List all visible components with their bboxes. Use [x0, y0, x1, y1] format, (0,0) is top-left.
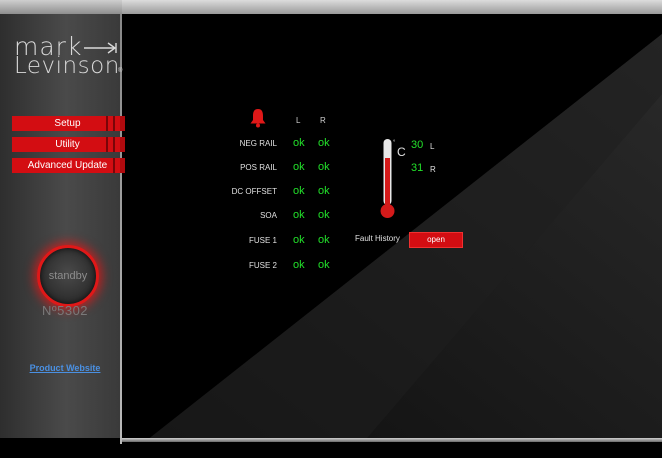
standby-button[interactable]: standby: [37, 245, 99, 307]
thermometer-icon: [380, 139, 395, 218]
panel-sheen: [122, 14, 662, 444]
status-left-value: ok: [293, 234, 305, 246]
temperature-unit: C: [397, 145, 406, 159]
nav-utility[interactable]: Utility: [12, 137, 125, 152]
status-left-value: ok: [293, 259, 305, 271]
status-left-value: ok: [293, 161, 305, 173]
nav-advanced-update[interactable]: Advanced Update: [12, 158, 125, 173]
nav-advanced-update-label: Advanced Update: [27, 160, 108, 171]
nav-stripe: [106, 116, 108, 131]
status-label: POS RAIL: [240, 163, 277, 172]
nav-setup[interactable]: Setup: [12, 116, 125, 131]
status-right-value: ok: [318, 234, 330, 246]
fault-history-open-button[interactable]: open: [409, 232, 463, 248]
bottom-chrome-line: [122, 438, 662, 442]
status-right-value: ok: [318, 209, 330, 221]
status-left-value: ok: [293, 185, 305, 197]
status-label: NEG RAIL: [239, 139, 277, 148]
logo-registered-mark: ®: [118, 68, 123, 74]
nav-stripe: [113, 116, 115, 131]
top-chrome-bar-left: [0, 0, 122, 14]
status-label: FUSE 2: [248, 261, 277, 270]
nav-stripe: [113, 158, 115, 173]
product-website-link[interactable]: Product Website: [10, 363, 120, 373]
degree-symbol: °: [393, 140, 396, 146]
status-left-value: ok: [293, 137, 305, 149]
status-label: SOA: [260, 211, 277, 220]
status-right-value: ok: [318, 259, 330, 271]
column-header-left: L: [296, 116, 301, 125]
logo-text-levinson: Levinson: [14, 53, 120, 79]
fault-history-label: Fault History: [355, 234, 400, 243]
sidebar-edge: [120, 14, 122, 444]
brand-logo: mark Levinson ®: [14, 32, 122, 82]
status-right-value: ok: [318, 137, 330, 149]
nav-stripe: [106, 137, 108, 152]
temperature-left-label: L: [430, 142, 435, 151]
nav-setup-label: Setup: [54, 118, 81, 129]
standby-label: standby: [48, 270, 88, 282]
status-right-value: ok: [318, 185, 330, 197]
temperature-left-value: 30: [411, 139, 424, 151]
temperature-right-value: 31: [411, 162, 424, 174]
status-left-value: ok: [293, 209, 305, 221]
nav-stripe: [113, 137, 115, 152]
nav-utility-label: Utility: [55, 139, 80, 150]
model-number: Nº5302: [41, 303, 89, 318]
main-panel: [122, 14, 662, 444]
column-header-right: R: [320, 116, 326, 125]
app-window: mark Levinson ® Setup Utility Advanced U…: [0, 0, 662, 458]
status-label: FUSE 1: [248, 236, 277, 245]
temperature-right-label: R: [430, 165, 436, 174]
status-right-value: ok: [318, 161, 330, 173]
bell-icon: [250, 109, 266, 128]
status-label: DC OFFSET: [231, 187, 277, 196]
